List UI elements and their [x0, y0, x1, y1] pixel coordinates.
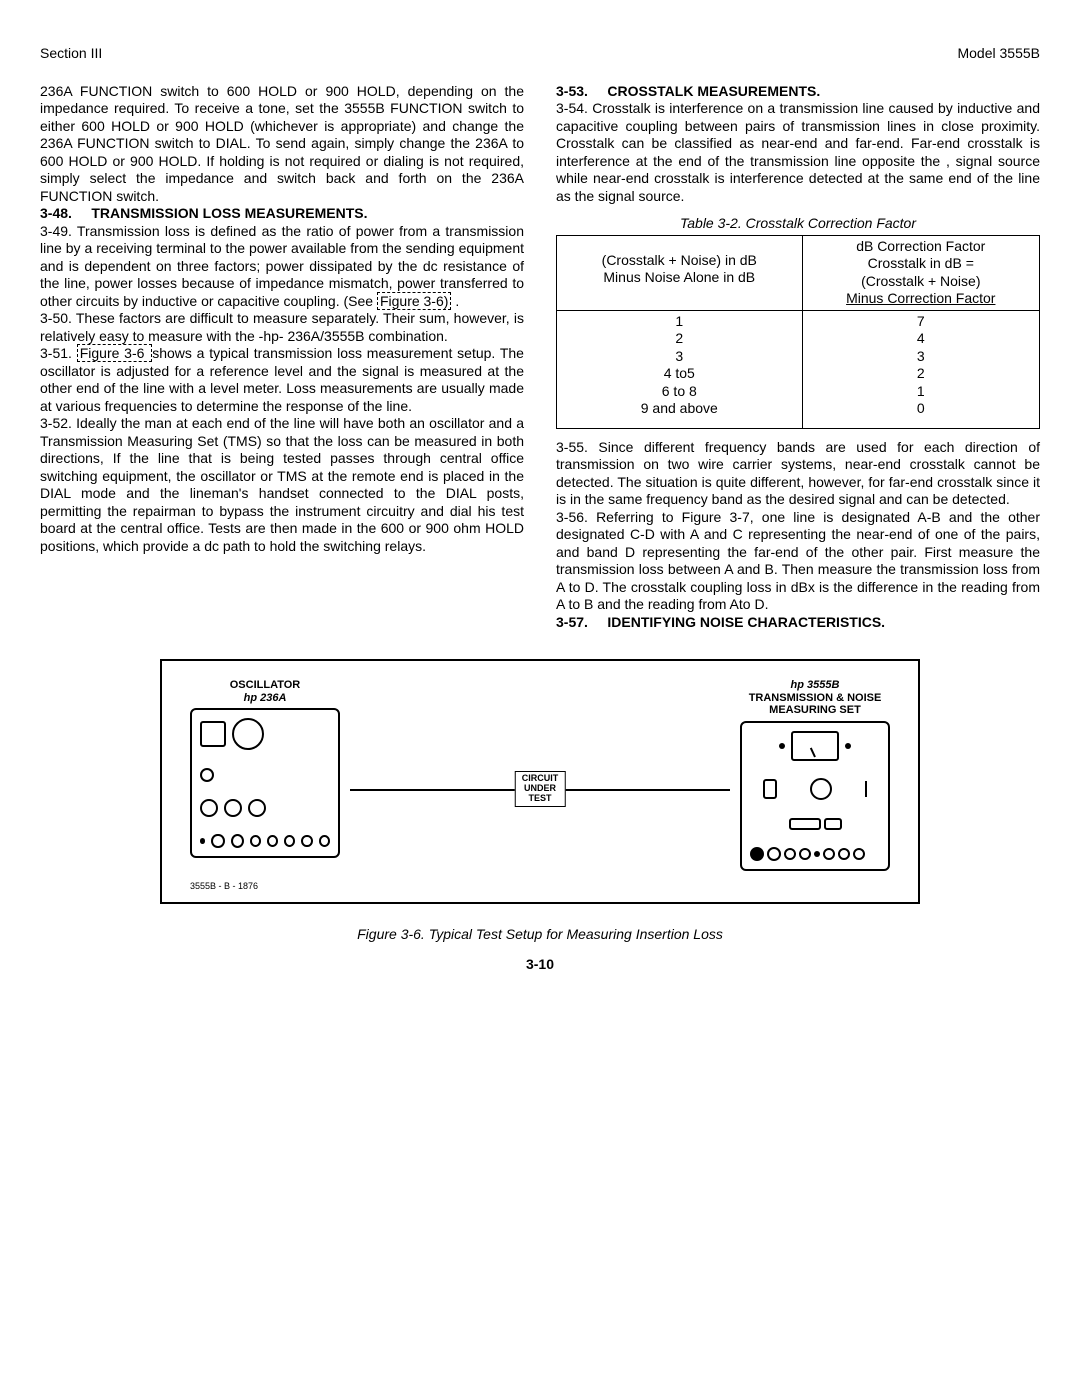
- tms-block: hp 3555B TRANSMISSION & NOISE MEASURING …: [740, 679, 890, 871]
- para-3-52: 3-52. Ideally the man at each end of the…: [40, 415, 524, 555]
- para-3-49: 3-49. Transmission loss is defined as th…: [40, 223, 524, 311]
- model-label: Model 3555B: [957, 45, 1040, 63]
- connection-line: CIRCUIT UNDER TEST: [340, 679, 740, 849]
- tms-label-0: hp 3555B: [740, 679, 890, 692]
- osc-label-2: hp 236A: [190, 692, 340, 705]
- figure-3-6-link[interactable]: Figure 3-6): [377, 292, 451, 310]
- table-body-right: 7 4 3 2 1 0: [802, 310, 1039, 428]
- heading-3-48: 3-48. TRANSMISSION LOSS MEASUREMENTS.: [40, 205, 524, 223]
- page-header: Section III Model 3555B: [40, 45, 1040, 63]
- crosstalk-table: (Crosstalk + Noise) in dB Minus Noise Al…: [556, 235, 1040, 429]
- para-text-a: 3-51.: [40, 345, 77, 361]
- section-label: Section III: [40, 45, 102, 63]
- para-text-end: .: [455, 293, 459, 309]
- oscillator-block: OSCILLATOR hp 236A: [190, 679, 340, 858]
- heading-3-57: 3-57. IDENTIFYING NOISE CHARACTERISTICS.: [556, 614, 1040, 632]
- osc-label-1: OSCILLATOR: [190, 679, 340, 692]
- heading-3-53: 3-53. CROSSTALK MEASUREMENTS.: [556, 83, 1040, 101]
- para-3-56: 3-56. Referring to Figure 3-7, one line …: [556, 509, 1040, 614]
- figure-3-6-link[interactable]: Figure 3-6: [77, 344, 153, 362]
- circuit-under-test-label: CIRCUIT UNDER TEST: [515, 771, 566, 807]
- heading-text: TRANSMISSION LOSS MEASUREMENTS.: [91, 205, 367, 221]
- col1-header: (Crosstalk + Noise) in dB Minus Noise Al…: [557, 235, 803, 310]
- left-column: 236A FUNCTION switch to 600 HOLD or 900 …: [40, 83, 524, 632]
- page-number: 3-10: [40, 956, 1040, 974]
- table-body-left: 1 2 3 4 to5 6 to 8 9 and above: [557, 310, 803, 428]
- part-number: 3555B - B - 1876: [190, 881, 890, 892]
- right-column: 3-53. CROSSTALK MEASUREMENTS. 3-54. Cros…: [556, 83, 1040, 632]
- heading-num: 3-57.: [556, 614, 588, 630]
- col2-header: dB Correction Factor Crosstalk in dB = (…: [802, 235, 1039, 310]
- para-3-51: 3-51. Figure 3-6 shows a typical transmi…: [40, 345, 524, 415]
- heading-text: IDENTIFYING NOISE CHARACTERISTICS.: [607, 614, 885, 630]
- tms-label-1: TRANSMISSION & NOISE: [740, 692, 890, 705]
- table-caption: Table 3-2. Crosstalk Correction Factor: [556, 215, 1040, 233]
- para-text: 3-49. Transmission loss is defined as th…: [40, 223, 524, 309]
- para-3-54: 3-54. Crosstalk is interference on a tra…: [556, 100, 1040, 205]
- figure-caption: Figure 3-6. Typical Test Setup for Measu…: [40, 926, 1040, 944]
- osc-panel: [190, 708, 340, 858]
- para-3-50: 3-50. These factors are difficult to mea…: [40, 310, 524, 345]
- heading-num: 3-53.: [556, 83, 588, 99]
- figure-frame: OSCILLATOR hp 236A: [160, 659, 920, 904]
- para-3-55: 3-55. Since different frequency bands ar…: [556, 439, 1040, 509]
- heading-text: CROSSTALK MEASUREMENTS.: [607, 83, 820, 99]
- tms-label-2: MEASURING SET: [740, 704, 890, 717]
- columns: 236A FUNCTION switch to 600 HOLD or 900 …: [40, 83, 1040, 632]
- tms-panel: [740, 721, 890, 871]
- heading-num: 3-48.: [40, 205, 72, 221]
- figure-3-6: OSCILLATOR hp 236A: [40, 659, 1040, 944]
- para-3-47-cont: 236A FUNCTION switch to 600 HOLD or 900 …: [40, 83, 524, 206]
